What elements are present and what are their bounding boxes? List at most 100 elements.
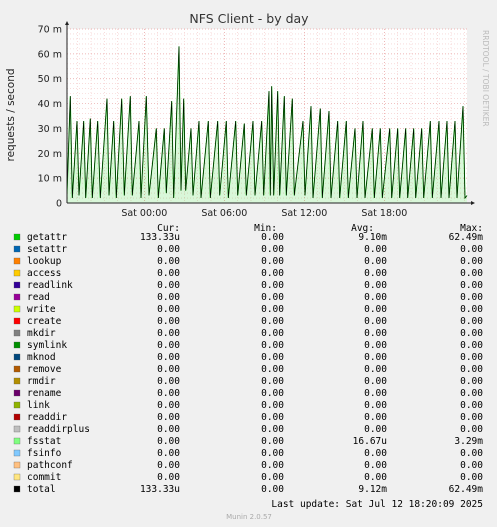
legend-cur-mkdir: 0.00 xyxy=(157,328,180,339)
legend-cur-rename: 0.00 xyxy=(157,388,180,399)
legend-cur-create: 0.00 xyxy=(157,316,180,327)
legend-max-rename: 0.00 xyxy=(460,388,483,399)
legend-min-total: 0.00 xyxy=(261,484,284,495)
legend-name-rmdir: rmdir xyxy=(27,376,56,387)
legend-max-remove: 0.00 xyxy=(460,364,483,375)
legend-min-readdirplus: 0.00 xyxy=(261,424,284,435)
legend-min-pathconf: 0.00 xyxy=(261,460,284,471)
legend-min-getattr: 0.00 xyxy=(261,232,284,243)
legend-cur-total: 133.33u xyxy=(140,484,180,495)
legend-name-remove: remove xyxy=(27,364,62,375)
legend-cur-readdir: 0.00 xyxy=(157,412,180,423)
legend-max-pathconf: 0.00 xyxy=(460,460,483,471)
legend-name-getattr: getattr xyxy=(27,232,67,243)
legend-name-lookup: lookup xyxy=(27,256,62,267)
legend-avg-setattr: 0.00 xyxy=(364,244,387,255)
legend-swatch-link xyxy=(13,401,21,409)
x-tick-label: Sat 06:00 xyxy=(201,208,247,219)
legend-avg-mknod: 0.00 xyxy=(364,352,387,363)
legend-name-pathconf: pathconf xyxy=(27,460,73,471)
legend-min-rename: 0.00 xyxy=(261,388,284,399)
legend-swatch-readdir xyxy=(13,413,21,421)
y-tick-label: 0 xyxy=(56,199,62,210)
legend-swatch-lookup xyxy=(13,257,21,265)
legend-avg-remove: 0.00 xyxy=(364,364,387,375)
legend-max-readdirplus: 0.00 xyxy=(460,424,483,435)
legend-avg-create: 0.00 xyxy=(364,316,387,327)
x-tick-label: Sat 18:00 xyxy=(361,208,407,219)
legend-name-total: total xyxy=(27,484,56,495)
y-axis-label: requests / second xyxy=(5,68,17,161)
legend-name-create: create xyxy=(27,316,62,327)
legend-swatch-setattr xyxy=(13,245,21,253)
legend-cur-read: 0.00 xyxy=(157,292,180,303)
legend-min-link: 0.00 xyxy=(261,400,284,411)
legend-avg-readlink: 0.00 xyxy=(364,280,387,291)
legend-name-read: read xyxy=(27,292,50,303)
legend-max-getattr: 62.49m xyxy=(449,232,484,243)
legend-swatch-readlink xyxy=(13,281,21,289)
last-update: Last update: Sat Jul 12 18:20:09 2025 xyxy=(271,499,483,510)
legend-cur-readdirplus: 0.00 xyxy=(157,424,180,435)
legend-avg-pathconf: 0.00 xyxy=(364,460,387,471)
legend-name-mkdir: mkdir xyxy=(27,328,56,339)
legend-name-mknod: mknod xyxy=(27,352,56,363)
side-label: RRDTOOL / TOBI OETIKER xyxy=(481,30,490,127)
legend-max-commit: 0.00 xyxy=(460,472,483,483)
legend-max-access: 0.00 xyxy=(460,268,483,279)
legend-name-link: link xyxy=(27,400,50,411)
legend-max-write: 0.00 xyxy=(460,304,483,315)
legend-min-access: 0.00 xyxy=(261,268,284,279)
footer-version: Munin 2.0.57 xyxy=(226,513,272,521)
legend-swatch-total xyxy=(13,485,21,493)
x-tick-label: Sat 12:00 xyxy=(281,208,327,219)
chart-title: NFS Client - by day xyxy=(189,11,309,26)
legend-min-symlink: 0.00 xyxy=(261,340,284,351)
legend-swatch-fsstat xyxy=(13,437,21,445)
legend-avg-rmdir: 0.00 xyxy=(364,376,387,387)
legend-name-readdir: readdir xyxy=(27,412,67,423)
legend-cur-write: 0.00 xyxy=(157,304,180,315)
legend-min-readlink: 0.00 xyxy=(261,280,284,291)
legend-avg-fsinfo: 0.00 xyxy=(364,448,387,459)
legend-avg-readdirplus: 0.00 xyxy=(364,424,387,435)
plot-area: 0 10 m 20 m 30 m 40 m 50 m 60 m 70 m Sat 00:00 Sa… xyxy=(38,21,475,219)
legend-min-fsinfo: 0.00 xyxy=(261,448,284,459)
legend-swatch-mkdir xyxy=(13,329,21,337)
legend-max-setattr: 0.00 xyxy=(460,244,483,255)
legend-min-read: 0.00 xyxy=(261,292,284,303)
legend-avg-write: 0.00 xyxy=(364,304,387,315)
legend-max-lookup: 0.00 xyxy=(460,256,483,267)
legend-avg-lookup: 0.00 xyxy=(364,256,387,267)
legend-max-link: 0.00 xyxy=(460,400,483,411)
legend-min-setattr: 0.00 xyxy=(261,244,284,255)
legend-max-readlink: 0.00 xyxy=(460,280,483,291)
legend-cur-fsstat: 0.00 xyxy=(157,436,180,447)
legend-min-remove: 0.00 xyxy=(261,364,284,375)
legend-swatch-rename xyxy=(13,389,21,397)
legend-name-setattr: setattr xyxy=(27,244,67,255)
legend-max-read: 0.00 xyxy=(460,292,483,303)
legend-avg-symlink: 0.00 xyxy=(364,340,387,351)
legend-name-readlink: readlink xyxy=(27,280,73,291)
legend-max-readdir: 0.00 xyxy=(460,412,483,423)
legend-avg-mkdir: 0.00 xyxy=(364,328,387,339)
legend-avg-getattr: 9.10m xyxy=(358,232,387,243)
legend-max-rmdir: 0.00 xyxy=(460,376,483,387)
legend-cur-mknod: 0.00 xyxy=(157,352,180,363)
legend-min-mkdir: 0.00 xyxy=(261,328,284,339)
legend-min-commit: 0.00 xyxy=(261,472,284,483)
legend-swatch-commit xyxy=(13,473,21,481)
legend-avg-rename: 0.00 xyxy=(364,388,387,399)
legend-swatch-mknod xyxy=(13,353,21,361)
legend-max-mkdir: 0.00 xyxy=(460,328,483,339)
legend-avg-read: 0.00 xyxy=(364,292,387,303)
legend-min-lookup: 0.00 xyxy=(261,256,284,267)
legend-name-fsinfo: fsinfo xyxy=(27,448,62,459)
legend-swatch-readdirplus xyxy=(13,425,21,433)
legend-min-mknod: 0.00 xyxy=(261,352,284,363)
legend-swatch-read xyxy=(13,293,21,301)
legend-min-create: 0.00 xyxy=(261,316,284,327)
y-tick-label: 60 m xyxy=(38,49,62,60)
legend-cur-getattr: 133.33u xyxy=(140,232,180,243)
